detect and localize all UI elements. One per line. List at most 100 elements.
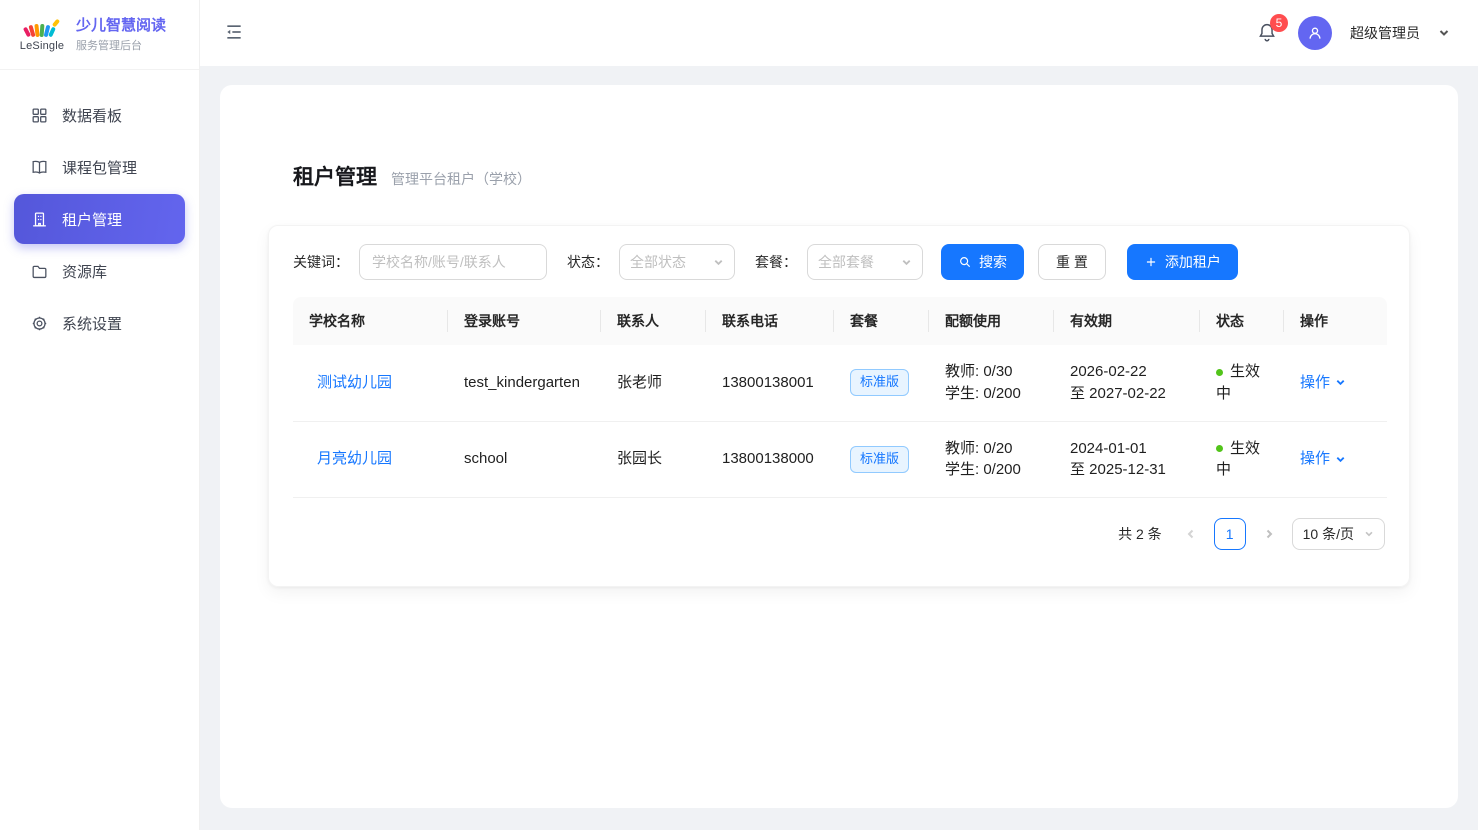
- content-area: 租户管理 管理平台租户（学校） 关键词： 状态： 全部状态 套餐： 全部套餐: [200, 66, 1478, 830]
- sidebar-item-label: 数据看板: [62, 105, 122, 126]
- chevron-down-icon: [713, 257, 724, 268]
- sidebar-item-resource-library[interactable]: 资源库: [0, 246, 199, 296]
- search-icon: [958, 255, 972, 269]
- validity-period: 2024-01-01 至 2025-12-31: [1054, 421, 1200, 498]
- status-badge: 生效中: [1216, 363, 1260, 402]
- brand-title: 少儿智慧阅读: [76, 16, 166, 36]
- package-label: 套餐：: [755, 252, 797, 272]
- keyword-label: 关键词：: [293, 252, 349, 272]
- reset-button-label: 重 置: [1056, 252, 1088, 272]
- notifications-button[interactable]: 5: [1256, 21, 1280, 45]
- status-cell: 生效中: [1200, 421, 1284, 498]
- status-dot-icon: [1216, 369, 1223, 376]
- prev-page-button[interactable]: [1177, 518, 1205, 550]
- col-login-account: 登录账号: [448, 297, 601, 345]
- chevron-down-icon: [1364, 529, 1374, 539]
- chevron-right-icon: [1263, 528, 1275, 540]
- chevron-down-icon[interactable]: [1335, 377, 1346, 388]
- lesingle-fan-icon: [24, 17, 60, 39]
- quota-usage: 教师: 0/20 学生: 0/200: [929, 421, 1054, 498]
- school-name-link[interactable]: 月亮幼儿园: [317, 450, 392, 467]
- sidebar-item-course-packages[interactable]: 课程包管理: [0, 142, 199, 192]
- validity-period: 2026-02-22 至 2027-02-22: [1054, 345, 1200, 421]
- gear-icon: [30, 314, 49, 333]
- status-label: 状态：: [567, 252, 609, 272]
- col-phone: 联系电话: [706, 297, 834, 345]
- add-tenant-button[interactable]: 添加租户: [1127, 244, 1238, 280]
- menu-fold-icon: [224, 22, 244, 42]
- row-actions-dropdown[interactable]: 操作: [1300, 450, 1330, 467]
- user-name[interactable]: 超级管理员: [1350, 23, 1420, 43]
- sidebar-item-system-settings[interactable]: 系统设置: [0, 298, 199, 348]
- col-actions: 操作: [1284, 297, 1387, 345]
- sidebar-menu: 数据看板 课程包管理 租户管理 资源库 系统设置: [0, 70, 199, 348]
- sidebar-item-label: 系统设置: [62, 313, 122, 334]
- sidebar-item-label: 资源库: [62, 261, 107, 282]
- next-page-button[interactable]: [1255, 518, 1283, 550]
- contact-phone: 13800138001: [706, 345, 834, 421]
- sidebar-collapse-button[interactable]: [224, 22, 246, 44]
- folder-icon: [30, 262, 49, 281]
- user-avatar[interactable]: [1298, 16, 1332, 50]
- status-cell: 生效中: [1200, 345, 1284, 421]
- row-actions-dropdown[interactable]: 操作: [1300, 374, 1330, 391]
- status-select[interactable]: 全部状态: [619, 244, 735, 280]
- keyword-input[interactable]: [359, 244, 547, 280]
- col-school-name: 学校名称: [293, 297, 448, 345]
- filter-bar: 关键词： 状态： 全部状态 套餐： 全部套餐 搜索: [293, 244, 1385, 280]
- table-row: 测试幼儿园 test_kindergarten 张老师 13800138001 …: [293, 345, 1387, 421]
- page-head: 租户管理 管理平台租户（学校）: [293, 161, 1410, 191]
- page-size-value: 10 条/页: [1303, 524, 1354, 544]
- status-dot-icon: [1216, 445, 1223, 452]
- chevron-left-icon: [1185, 528, 1197, 540]
- package-select-value: 全部套餐: [818, 252, 874, 272]
- school-name-link[interactable]: 测试幼儿园: [317, 374, 392, 391]
- sidebar-item-label: 课程包管理: [62, 157, 137, 178]
- status-badge: 生效中: [1216, 440, 1260, 479]
- reset-button[interactable]: 重 置: [1038, 244, 1106, 280]
- page-number-1[interactable]: 1: [1214, 518, 1246, 550]
- chevron-down-icon[interactable]: [1335, 454, 1346, 465]
- chevron-down-icon[interactable]: [1438, 27, 1450, 39]
- notification-badge: 5: [1270, 14, 1288, 32]
- login-account: school: [448, 421, 601, 498]
- chevron-down-icon: [901, 257, 912, 268]
- table-row: 月亮幼儿园 school 张园长 13800138000 标准版 教师: 0/2…: [293, 421, 1387, 498]
- tenant-panel: 关键词： 状态： 全部状态 套餐： 全部套餐 搜索: [268, 225, 1410, 587]
- brand-block: LeSingle 少儿智慧阅读 服务管理后台: [0, 0, 199, 70]
- brand-logo-text: LeSingle: [18, 40, 66, 52]
- tenant-management-card: 租户管理 管理平台租户（学校） 关键词： 状态： 全部状态 套餐： 全部套餐: [220, 85, 1458, 808]
- plus-icon: [1144, 255, 1158, 269]
- contact-name: 张园长: [601, 421, 706, 498]
- search-button[interactable]: 搜索: [941, 244, 1024, 280]
- col-contact: 联系人: [601, 297, 706, 345]
- brand-subtitle: 服务管理后台: [76, 37, 166, 53]
- sidebar-item-tenant-management[interactable]: 租户管理: [14, 194, 185, 244]
- login-account: test_kindergarten: [448, 345, 601, 421]
- book-icon: [30, 158, 49, 177]
- dashboard-grid-icon: [30, 106, 49, 125]
- package-select[interactable]: 全部套餐: [807, 244, 923, 280]
- person-icon: [1306, 24, 1324, 42]
- contact-phone: 13800138000: [706, 421, 834, 498]
- col-validity: 有效期: [1054, 297, 1200, 345]
- add-tenant-button-label: 添加租户: [1165, 252, 1221, 272]
- building-icon: [30, 210, 49, 229]
- package-badge: 标准版: [850, 446, 909, 473]
- quota-usage: 教师: 0/30 学生: 0/200: [929, 345, 1054, 421]
- table-header-row: 学校名称 登录账号 联系人 联系电话 套餐 配额使用 有效期 状态 操作: [293, 297, 1387, 345]
- col-status: 状态: [1200, 297, 1284, 345]
- search-button-label: 搜索: [979, 252, 1007, 272]
- col-quota: 配额使用: [929, 297, 1054, 345]
- sidebar-item-label: 租户管理: [62, 209, 122, 230]
- page-title: 租户管理: [293, 161, 377, 191]
- actions-cell: 操作: [1284, 345, 1387, 421]
- actions-cell: 操作: [1284, 421, 1387, 498]
- sidebar-item-dashboard[interactable]: 数据看板: [0, 90, 199, 140]
- page-size-select[interactable]: 10 条/页: [1292, 518, 1385, 550]
- status-select-value: 全部状态: [630, 252, 686, 272]
- pagination-total: 共 2 条: [1118, 524, 1162, 544]
- top-header: 5 超级管理员: [200, 0, 1478, 66]
- page-subtitle: 管理平台租户（学校）: [391, 169, 531, 189]
- pagination: 共 2 条 1 10 条/页: [293, 518, 1385, 550]
